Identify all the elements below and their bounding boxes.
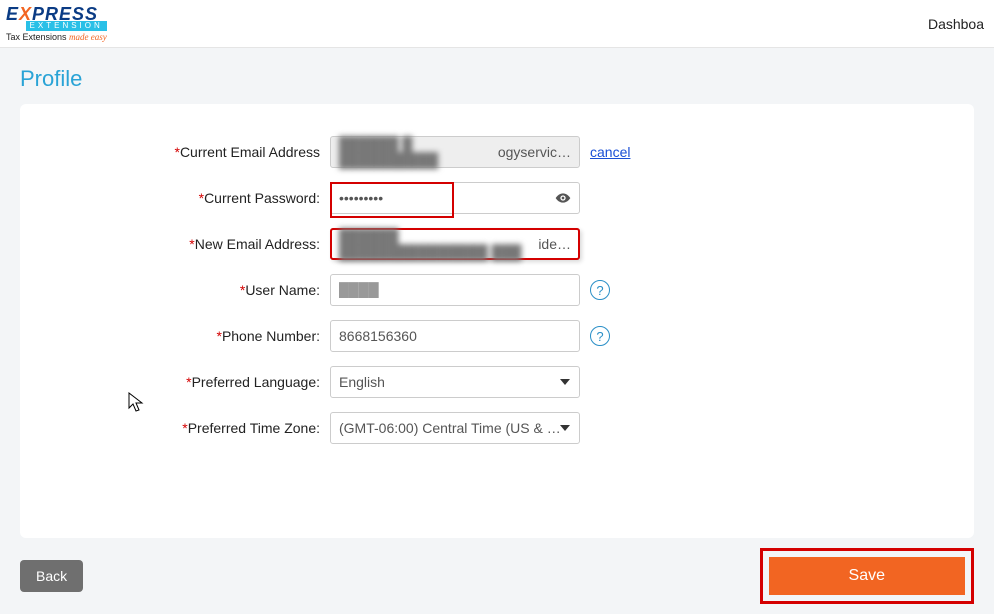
username-help-icon[interactable]: ? xyxy=(590,280,610,300)
timezone-label: *Preferred Time Zone: xyxy=(60,420,330,436)
row-username: *User Name: ? xyxy=(60,274,934,306)
row-timezone: *Preferred Time Zone: (GMT-06:00) Centra… xyxy=(60,412,934,444)
footer-actions: Back Save xyxy=(0,538,994,614)
new-email-field[interactable]: ██████ ███████████████ ███ide… xyxy=(330,228,580,260)
cancel-link[interactable]: cancel xyxy=(590,144,630,160)
username-label: *User Name: xyxy=(60,282,330,298)
logo-subtext: EXTENSION xyxy=(26,21,107,31)
username-input[interactable] xyxy=(330,274,580,306)
save-button[interactable]: Save xyxy=(769,557,965,595)
top-bar: EXPRESS EXTENSION Tax Extensions made ea… xyxy=(0,0,994,48)
current-password-label: *Current Password: xyxy=(60,190,330,206)
current-email-field: ██████ █ ██████████ogyservic… xyxy=(330,136,580,168)
back-button[interactable]: Back xyxy=(20,560,83,592)
row-new-email: *New Email Address: ██████ █████████████… xyxy=(60,228,934,260)
current-password-input[interactable] xyxy=(330,182,580,214)
row-current-email: *Current Email Address ██████ █ ████████… xyxy=(60,136,934,168)
current-email-label: *Current Email Address xyxy=(60,144,330,160)
timezone-select[interactable]: (GMT-06:00) Central Time (US & … xyxy=(330,412,580,444)
phone-input[interactable] xyxy=(330,320,580,352)
page-title: Profile xyxy=(0,48,994,104)
row-phone: *Phone Number: ? xyxy=(60,320,934,352)
phone-label: *Phone Number: xyxy=(60,328,330,344)
language-label: *Preferred Language: xyxy=(60,374,330,390)
brand-logo: EXPRESS EXTENSION Tax Extensions made ea… xyxy=(6,5,107,42)
phone-help-icon[interactable]: ? xyxy=(590,326,610,346)
profile-card: *Current Email Address ██████ █ ████████… xyxy=(20,104,974,538)
row-current-password: *Current Password: xyxy=(60,182,934,214)
row-language: *Preferred Language: English xyxy=(60,366,934,398)
new-email-label: *New Email Address: xyxy=(60,236,330,252)
logo-tagline: Tax Extensions made easy xyxy=(6,33,107,42)
save-button-highlight: Save xyxy=(760,548,974,604)
nav-dashboard-link[interactable]: Dashboa xyxy=(928,16,984,32)
toggle-password-visibility-icon[interactable] xyxy=(554,189,572,207)
language-select[interactable]: English xyxy=(330,366,580,398)
